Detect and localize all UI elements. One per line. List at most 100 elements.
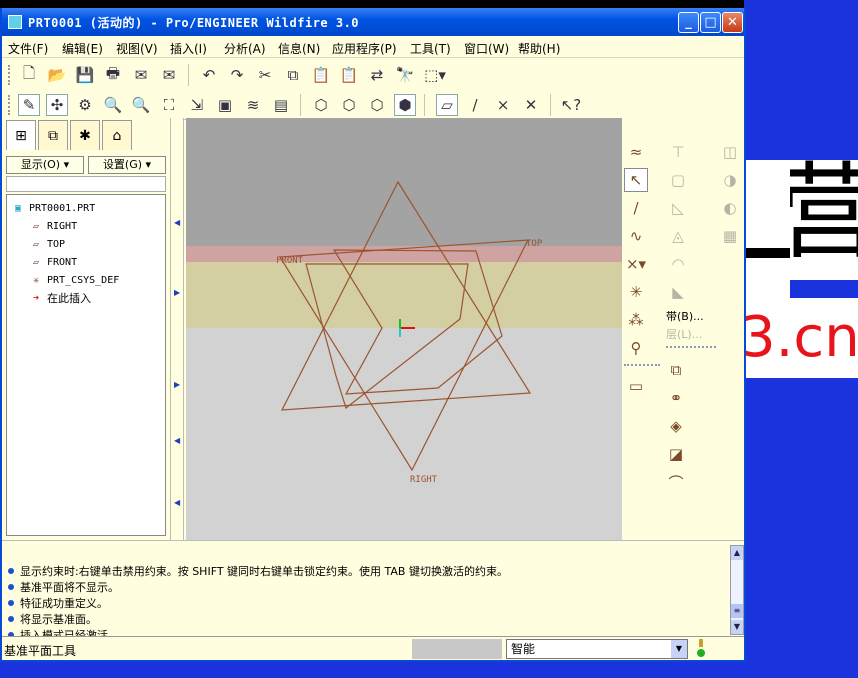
- orient-mode-icon[interactable]: ⚙: [74, 94, 96, 116]
- menu-window[interactable]: 窗口(W): [464, 40, 509, 57]
- wireframe-icon[interactable]: ⬡: [310, 94, 332, 116]
- maximize-button[interactable]: □: [700, 12, 721, 33]
- saved-views-icon[interactable]: ▣: [214, 94, 236, 116]
- message-scrollbar[interactable]: ▲ ≡ ▼: [730, 545, 744, 635]
- tree-item-csys[interactable]: ✳ PRT_CSYS_DEF: [29, 271, 119, 289]
- menu-edit[interactable]: 编辑(E): [62, 40, 103, 57]
- datum-plane-display-icon[interactable]: ▱: [436, 94, 458, 116]
- label-right[interactable]: RIGHT: [410, 475, 438, 485]
- csys-display-icon[interactable]: ✕: [520, 94, 542, 116]
- find-icon[interactable]: 🔭: [394, 64, 416, 86]
- scroll-thumb[interactable]: ≡: [731, 604, 743, 618]
- extend-icon[interactable]: ◪: [664, 442, 688, 466]
- zoom-in-icon[interactable]: 🔍: [102, 94, 124, 116]
- paste-special-icon[interactable]: 📋: [338, 64, 360, 86]
- tree-item-insert-here[interactable]: ➜ 在此插入: [29, 289, 91, 307]
- select-tool-icon[interactable]: ↖: [624, 168, 648, 192]
- tree-item-label: FRONT: [47, 256, 78, 268]
- tree-item-top[interactable]: ▱ TOP: [29, 235, 65, 253]
- cut-icon[interactable]: ✂: [254, 64, 276, 86]
- context-help-icon[interactable]: ↖?: [560, 94, 582, 116]
- tab-connections[interactable]: ⌂: [102, 120, 132, 150]
- merge-icon[interactable]: ⚭: [664, 386, 688, 410]
- shading-icon[interactable]: ⬢: [394, 94, 416, 116]
- datum-point-tool-icon[interactable]: ×▾: [624, 252, 648, 276]
- hidden-line-icon[interactable]: ⬡: [338, 94, 360, 116]
- email-icon[interactable]: ✉: [130, 64, 152, 86]
- scroll-down-icon[interactable]: ▼: [731, 620, 743, 634]
- menu-file[interactable]: 文件(F): [8, 40, 48, 57]
- graphics-window[interactable]: FRONT TOP RIGHT: [186, 118, 622, 540]
- title-bar[interactable]: PRT0001 (活动的) - Pro/ENGINEER Wildfire 3.…: [2, 8, 744, 36]
- collapse-arrow-icon[interactable]: ▶: [174, 380, 180, 389]
- show-dropdown[interactable]: 显示(O) ▾: [6, 156, 84, 174]
- tree-item-part[interactable]: ▣ PRT0001.PRT: [11, 199, 95, 217]
- undo-icon[interactable]: ↶: [198, 64, 220, 86]
- tab-model-tree[interactable]: ⊞: [6, 120, 36, 150]
- label-top[interactable]: TOP: [526, 239, 543, 249]
- mirror-icon[interactable]: ⧉: [664, 358, 688, 382]
- regenerate-icon[interactable]: ⇄: [366, 64, 388, 86]
- toolbar-grip[interactable]: [8, 95, 11, 115]
- analysis-feature-icon[interactable]: ⁂: [624, 308, 648, 332]
- close-button[interactable]: ✕: [722, 12, 743, 33]
- print-icon[interactable]: 🖶: [102, 64, 124, 86]
- email-link-icon[interactable]: ✉: [158, 64, 180, 86]
- save-icon[interactable]: 💾: [74, 64, 96, 86]
- csys-tool-icon[interactable]: ✳: [624, 280, 648, 304]
- datum-point-display-icon[interactable]: ×: [492, 94, 514, 116]
- collapse-arrow-icon[interactable]: ▶: [174, 288, 180, 297]
- menu-tools[interactable]: 工具(T): [410, 40, 451, 57]
- menu-analysis[interactable]: 分析(A): [224, 40, 266, 57]
- tree-item-front[interactable]: ▱ FRONT: [29, 253, 77, 271]
- chevron-down-icon[interactable]: ▼: [671, 640, 687, 658]
- shell-icon: ◬: [672, 227, 684, 245]
- copy-icon[interactable]: ⧉: [282, 64, 304, 86]
- insert-analysis-icon[interactable]: ⚲: [624, 336, 648, 360]
- menu-view[interactable]: 视图(V): [116, 40, 158, 57]
- datum-axis-display-icon[interactable]: /: [464, 94, 486, 116]
- trim-icon[interactable]: ◈: [664, 414, 688, 438]
- tree-item-right[interactable]: ▱ RIGHT: [29, 217, 77, 235]
- toolbar-separator: [424, 94, 425, 116]
- select-box-icon[interactable]: ⬚▾: [422, 64, 448, 86]
- datum-axis-tool-icon[interactable]: /: [624, 196, 648, 220]
- no-hidden-icon[interactable]: ⬡: [366, 94, 388, 116]
- redo-icon[interactable]: ↷: [226, 64, 248, 86]
- minimize-button[interactable]: _: [678, 12, 699, 33]
- refit-icon[interactable]: ⛶: [158, 94, 180, 116]
- zoom-out-icon[interactable]: 🔍: [130, 94, 152, 116]
- selection-filter-select[interactable]: 智能 ▼: [506, 639, 688, 659]
- collapse-arrow-icon[interactable]: ◀: [174, 436, 180, 445]
- collapse-arrow-icon[interactable]: ◀: [174, 218, 180, 227]
- new-file-icon[interactable]: 🗋: [18, 64, 40, 86]
- repaint-icon[interactable]: ✎: [18, 94, 40, 116]
- annotation-feature-icon[interactable]: ▭: [624, 374, 648, 398]
- label-front[interactable]: FRONT: [276, 256, 304, 266]
- spin-center-icon[interactable]: ✣: [46, 94, 68, 116]
- open-folder-icon[interactable]: 📂: [46, 64, 68, 86]
- paste-icon[interactable]: 📋: [310, 64, 332, 86]
- menu-insert[interactable]: 插入(I): [170, 40, 207, 57]
- toolbar-grip[interactable]: [8, 65, 11, 85]
- menu-help[interactable]: 帮助(H): [518, 40, 560, 57]
- collapse-arrow-icon[interactable]: ◀: [174, 498, 180, 507]
- tree-filter-field[interactable]: [6, 176, 166, 192]
- sketched-datum-curve-icon[interactable]: ≈: [624, 140, 648, 164]
- model-canvas[interactable]: FRONT TOP RIGHT: [186, 118, 622, 540]
- reorient-icon[interactable]: ⇲: [186, 94, 208, 116]
- band-tool[interactable]: 带(B)...: [666, 308, 704, 324]
- menu-applications[interactable]: 应用程序(P): [332, 40, 397, 57]
- info-bullet-icon: [8, 616, 14, 622]
- view-manager-icon[interactable]: ▤: [270, 94, 292, 116]
- datum-curve-tool-icon[interactable]: ∿: [624, 224, 648, 248]
- layers-icon[interactable]: ≋: [242, 94, 264, 116]
- menu-info[interactable]: 信息(N): [278, 40, 320, 57]
- navigator-sash[interactable]: ◀ ▶ ▶ ◀ ◀: [170, 118, 184, 540]
- tab-folder-browser[interactable]: ⧉: [38, 120, 68, 150]
- datum-plane-icon: ▱: [32, 220, 40, 232]
- offset-icon[interactable]: ⌒: [664, 470, 688, 494]
- tab-favorites[interactable]: ✱: [70, 120, 100, 150]
- scroll-up-icon[interactable]: ▲: [731, 546, 743, 560]
- settings-dropdown[interactable]: 设置(G) ▾: [88, 156, 166, 174]
